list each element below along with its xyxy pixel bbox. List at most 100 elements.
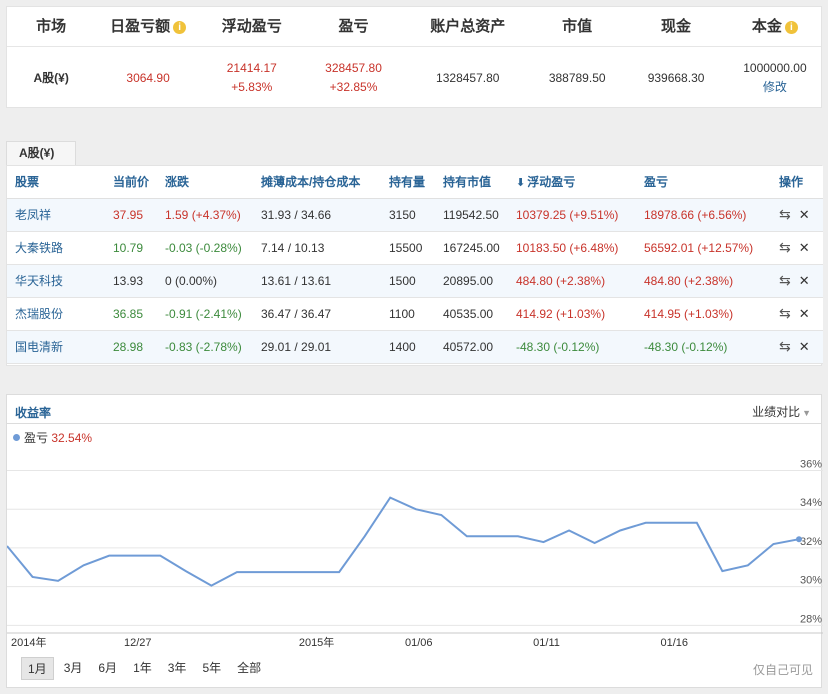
current-price: 13.93	[105, 264, 157, 298]
legend-label: 盈亏	[24, 431, 49, 445]
header-pl: 盈亏	[338, 18, 369, 35]
holding-market-value: 20895.00	[435, 264, 508, 298]
range-button[interactable]: 1月	[21, 657, 54, 680]
transfer-icon[interactable]: ⇆	[779, 272, 791, 289]
floating-pl: 414.92 (+1.03%)	[508, 297, 636, 331]
stock-name[interactable]: 老凤祥	[7, 198, 105, 232]
transfer-icon[interactable]: ⇆	[779, 239, 791, 256]
quantity: 1100	[381, 297, 435, 331]
row-actions: ⇆ ✕	[771, 198, 823, 232]
y-tick-label: 30%	[800, 575, 822, 587]
close-icon[interactable]: ✕	[799, 339, 810, 355]
header-market-value: 市值	[562, 18, 593, 35]
holdings-table: 股票 当前价 涨跌 摊薄成本/持仓成本 持有量 持有市值 ⬇ 浮动盈亏 盈亏 操作…	[6, 165, 823, 366]
x-tick-label: 2015年	[299, 635, 334, 649]
cost: 13.61 / 13.61	[253, 264, 381, 298]
legend-dot-icon	[13, 434, 20, 441]
cost: 31.93 / 34.66	[253, 198, 381, 232]
x-tick-label: 01/16	[660, 637, 688, 649]
range-button[interactable]: 3月	[58, 657, 89, 680]
info-icon[interactable]: i	[173, 21, 187, 34]
pl-value: 328457.80	[325, 61, 382, 75]
holding-market-value: 119542.50	[435, 198, 508, 232]
stock-name[interactable]: 华天科技	[7, 264, 105, 298]
table-header-row: 股票 当前价 涨跌 摊薄成本/持仓成本 持有量 持有市值 ⬇ 浮动盈亏 盈亏 操作	[7, 166, 823, 199]
floating-pl-pct: +5.83%	[231, 80, 273, 94]
col-market-value[interactable]: 持有市值	[435, 166, 508, 199]
range-button[interactable]: 6月	[92, 657, 123, 680]
x-tick-label: 2014年	[11, 635, 46, 649]
range-button[interactable]: 1年	[127, 657, 158, 680]
pl-cell: 328457.80 +32.85%	[303, 47, 405, 109]
chevron-down-icon: ▼	[802, 408, 811, 418]
cost: 36.47 / 36.47	[253, 297, 381, 331]
close-icon[interactable]: ✕	[799, 306, 810, 322]
market-value-value: 388789.50	[548, 70, 606, 85]
chart-legend[interactable]: 盈亏 32.54%	[13, 429, 92, 446]
floating-pl: 10379.25 (+9.51%)	[508, 198, 636, 232]
holding-market-value: 167245.00	[435, 231, 508, 265]
col-cost[interactable]: 摊薄成本/持仓成本	[253, 166, 381, 199]
stock-name[interactable]: 大秦铁路	[7, 231, 105, 265]
pl: -48.30 (-0.12%)	[636, 330, 771, 364]
transfer-icon[interactable]: ⇆	[779, 206, 791, 223]
holding-market-value: 40572.00	[435, 330, 508, 364]
row-actions: ⇆ ✕	[771, 330, 823, 364]
col-floating-pl[interactable]: ⬇ 浮动盈亏	[508, 166, 636, 199]
daily-pl-value: 3064.90	[126, 70, 170, 85]
y-tick-label: 28%	[800, 613, 822, 625]
holding-market-value: 40535.00	[435, 297, 508, 331]
price-change: 0 (0.00%)	[157, 264, 253, 298]
range-button[interactable]: 全部	[231, 657, 267, 680]
x-tick-label: 12/27	[124, 637, 152, 649]
performance-compare-dropdown[interactable]: 业绩对比 ▼	[752, 403, 811, 420]
series-line-pl	[7, 496, 800, 587]
cash-value: 939668.30	[647, 70, 705, 85]
principal-value: 1000000.00	[743, 61, 807, 75]
floating-pl-value: 21414.17	[226, 61, 277, 75]
current-price: 28.98	[105, 330, 157, 364]
sort-down-arrow-icon: ⬇	[516, 177, 526, 190]
range-button[interactable]: 5年	[196, 657, 227, 680]
range-button[interactable]: 3年	[162, 657, 193, 680]
x-tick-label: 01/11	[533, 637, 560, 649]
floating-pl-cell: 21414.17 +5.83%	[201, 47, 303, 109]
market-value-label: A股(¥)	[33, 70, 69, 85]
header-floating-pl: 浮动盈亏	[221, 18, 282, 35]
info-icon[interactable]: i	[784, 21, 798, 34]
header-daily-pl: 日盈亏额 i	[95, 7, 201, 46]
pl: 484.80 (+2.38%)	[636, 264, 771, 298]
floating-pl: 484.80 (+2.38%)	[508, 264, 636, 298]
col-change[interactable]: 涨跌	[157, 166, 253, 199]
row-actions: ⇆ ✕	[771, 264, 823, 298]
col-pl[interactable]: 盈亏	[636, 166, 771, 199]
col-price[interactable]: 当前价	[105, 166, 157, 199]
return-chart-panel: 28% 30% 32% 34% 36% 2014年 12/27 2015年 01/06 01/11…	[6, 394, 823, 688]
col-stock[interactable]: 股票	[7, 166, 105, 199]
stock-name[interactable]: 国电清新	[7, 330, 105, 364]
stock-name[interactable]: 杰瑞股份	[7, 297, 105, 331]
col-quantity[interactable]: 持有量	[381, 166, 435, 199]
close-icon[interactable]: ✕	[799, 240, 810, 256]
tab-a-shares[interactable]: A股(¥)	[6, 141, 76, 165]
floating-pl: 10183.50 (+6.48%)	[508, 231, 636, 265]
current-price: 10.79	[105, 231, 157, 265]
floating-pl: -48.30 (-0.12%)	[508, 330, 636, 364]
pl: 18978.66 (+6.56%)	[636, 198, 771, 232]
close-icon[interactable]: ✕	[799, 207, 810, 223]
pl: 56592.01 (+12.57%)	[636, 231, 771, 265]
price-change: -0.83 (-2.78%)	[157, 330, 253, 364]
transfer-icon[interactable]: ⇆	[779, 305, 791, 322]
row-actions: ⇆ ✕	[771, 231, 823, 265]
data-point[interactable]	[796, 536, 802, 543]
current-price: 37.95	[105, 198, 157, 232]
price-change: -0.91 (-2.41%)	[157, 297, 253, 331]
x-tick-label: 01/06	[405, 637, 433, 649]
edit-principal-link[interactable]: 修改	[763, 78, 787, 97]
transfer-icon[interactable]: ⇆	[779, 338, 791, 355]
close-icon[interactable]: ✕	[799, 273, 810, 289]
price-change: 1.59 (+4.37%)	[157, 198, 253, 232]
cost: 7.14 / 10.13	[253, 231, 381, 265]
principal-cell: 1000000.00 修改	[729, 47, 821, 109]
price-change: -0.03 (-0.28%)	[157, 231, 253, 265]
